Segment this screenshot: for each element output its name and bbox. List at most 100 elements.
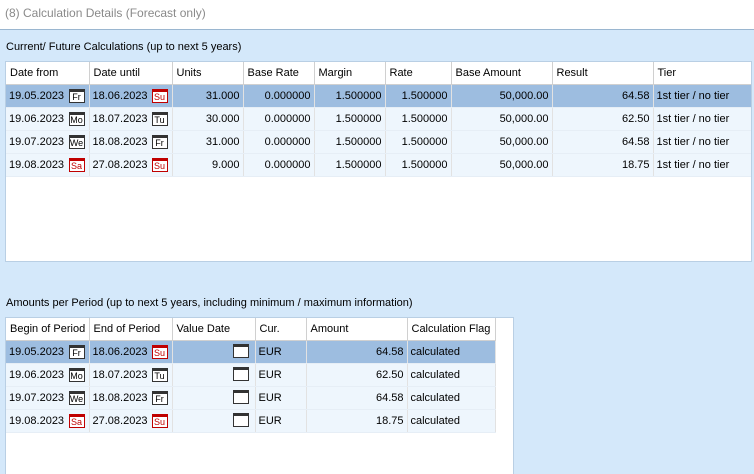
end-date: 18.08.2023 [92,392,148,404]
date-from: 19.06.2023 [9,113,65,125]
date-from: 19.05.2023 [9,90,65,102]
col-date-from[interactable]: Date from [6,62,90,85]
amounts-header-row: Begin of Period End of Period Value Date… [6,318,496,341]
base-amount-cell: 50,000.00 [451,84,553,108]
calendar-icon[interactable] [232,366,249,381]
amounts-grid[interactable]: Begin of Period End of Period Value Date… [5,317,514,474]
margin-cell: 1.500000 [314,84,386,108]
currency-cell: EUR [255,363,307,387]
base-rate-cell: 0.000000 [243,84,315,108]
flag-cell: calculated [407,409,496,433]
units-cell: 9.000 [172,153,244,177]
col-result[interactable]: Result [552,62,654,85]
units-cell: 30.000 [172,107,244,131]
currency-cell: EUR [255,409,307,433]
col-end-of-period[interactable]: End of Period [89,318,173,341]
rate-cell: 1.500000 [385,84,452,108]
date-from: 19.08.2023 [9,159,65,171]
base-rate-cell: 0.000000 [243,153,315,177]
date-from: 19.07.2023 [9,136,65,148]
weekday-icon[interactable]: Mo [68,368,85,382]
weekday-icon[interactable]: Tu [151,368,168,382]
title-bar: (8) Calculation Details (Forecast only) [0,0,754,30]
weekday-icon[interactable]: Su [151,345,168,359]
weekday-icon[interactable]: We [68,391,85,405]
rate-cell: 1.500000 [385,153,452,177]
calendar-icon[interactable] [232,389,249,404]
col-amount[interactable]: Amount [306,318,408,341]
col-units[interactable]: Units [172,62,244,85]
calendar-icon[interactable] [232,412,249,427]
calendar-icon[interactable] [232,343,249,358]
window-title: (8) Calculation Details (Forecast only) [5,6,206,20]
calc-grid[interactable]: Date from Date until Units Base Rate Mar… [5,61,752,262]
weekday-icon[interactable]: Mo [68,112,85,126]
amount-cell: 62.50 [306,363,408,387]
units-cell: 31.000 [172,130,244,154]
weekday-icon[interactable]: Sa [68,414,85,428]
amount-cell: 64.58 [306,340,408,364]
flag-cell: calculated [407,386,496,410]
weekday-icon[interactable]: We [68,135,85,149]
base-rate-cell: 0.000000 [243,107,315,131]
result-cell: 64.58 [552,130,654,154]
weekday-icon[interactable]: Su [151,89,168,103]
col-rate[interactable]: Rate [385,62,452,85]
col-base-rate[interactable]: Base Rate [243,62,315,85]
table-row[interactable]: 19.08.2023 Sa 27.08.2023 Su EUR 18.75 calc… [6,409,496,433]
col-tier[interactable]: Tier [653,62,751,85]
tier-cell: 1st tier / no tier [653,153,751,177]
result-cell: 64.58 [552,84,654,108]
weekday-icon[interactable]: Su [151,158,168,172]
base-rate-cell: 0.000000 [243,130,315,154]
flag-cell: calculated [407,340,496,364]
amount-cell: 18.75 [306,409,408,433]
flag-cell: calculated [407,363,496,387]
date-until: 18.07.2023 [92,113,148,125]
tier-cell: 1st tier / no tier [653,107,751,131]
tier-cell: 1st tier / no tier [653,130,751,154]
table-row[interactable]: 19.07.2023 We 18.08.2023 Fr EUR 64.58 calc… [6,386,496,410]
table-row[interactable]: 19.08.2023 Sa 27.08.2023 Su 9.000 0.000000… [6,153,751,177]
begin-date: 19.08.2023 [9,415,65,427]
date-until: 18.06.2023 [92,90,148,102]
base-amount-cell: 50,000.00 [451,153,553,177]
base-amount-cell: 50,000.00 [451,130,553,154]
margin-cell: 1.500000 [314,107,386,131]
amounts-section-label: Amounts per Period (up to next 5 years, … [6,297,413,309]
col-base-amount[interactable]: Base Amount [451,62,553,85]
table-row[interactable]: 19.07.2023 We 18.08.2023 Fr 31.000 0.00000… [6,130,751,154]
col-date-until[interactable]: Date until [89,62,173,85]
weekday-icon[interactable]: Tu [151,112,168,126]
rate-cell: 1.500000 [385,130,452,154]
calc-header-row: Date from Date until Units Base Rate Mar… [6,62,751,85]
weekday-icon[interactable]: Sa [68,158,85,172]
tier-cell: 1st tier / no tier [653,84,751,108]
begin-date: 19.07.2023 [9,392,65,404]
begin-date: 19.06.2023 [9,369,65,381]
col-value-date[interactable]: Value Date [172,318,256,341]
col-currency[interactable]: Cur. [255,318,307,341]
result-cell: 62.50 [552,107,654,131]
table-row[interactable]: 19.06.2023 Mo 18.07.2023 Tu 30.000 0.00000… [6,107,751,131]
end-date: 27.08.2023 [92,415,148,427]
date-until: 27.08.2023 [92,159,148,171]
result-cell: 18.75 [552,153,654,177]
col-begin-of-period[interactable]: Begin of Period [6,318,90,341]
weekday-icon[interactable]: Fr [68,89,85,103]
weekday-icon[interactable]: Su [151,414,168,428]
currency-cell: EUR [255,386,307,410]
calc-section-label: Current/ Future Calculations (up to next… [6,41,242,53]
col-margin[interactable]: Margin [314,62,386,85]
col-calculation-flag[interactable]: Calculation Flag [407,318,496,341]
weekday-icon[interactable]: Fr [151,135,168,149]
weekday-icon[interactable]: Fr [151,391,168,405]
end-date: 18.06.2023 [92,346,148,358]
table-row[interactable]: 19.05.2023 Fr 18.06.2023 Su EUR 64.58 calc… [6,340,496,364]
base-amount-cell: 50,000.00 [451,107,553,131]
weekday-icon[interactable]: Fr [68,345,85,359]
margin-cell: 1.500000 [314,130,386,154]
table-row[interactable]: 19.05.2023 Fr 18.06.2023 Su 31.000 0.00000… [6,84,751,108]
begin-date: 19.05.2023 [9,346,65,358]
table-row[interactable]: 19.06.2023 Mo 18.07.2023 Tu EUR 62.50 calc… [6,363,496,387]
